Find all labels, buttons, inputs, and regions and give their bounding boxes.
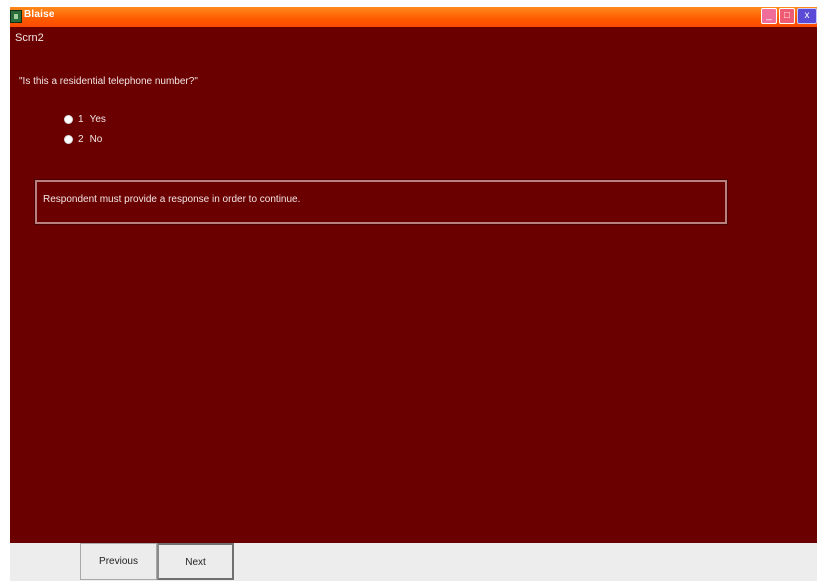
close-icon: x (804, 10, 810, 21)
minimize-icon: _ (766, 10, 772, 21)
close-button[interactable]: x (797, 8, 817, 24)
validation-message-box: Respondent must provide a response in or… (34, 179, 728, 225)
option-yes[interactable]: 1 Yes (64, 114, 106, 125)
maximize-icon: □ (783, 10, 791, 21)
option-number: 2 (78, 134, 84, 145)
option-label: Yes (89, 114, 106, 125)
next-button[interactable]: Next (157, 543, 234, 580)
screen-id-label: Scrn2 (15, 32, 44, 44)
option-no[interactable]: 2 No (64, 134, 102, 145)
title-bar[interactable]: Blaise _ □ x (10, 7, 817, 27)
application-window: Blaise _ □ x Scrn2 "Is this a residentia… (0, 0, 817, 581)
validation-message: Respondent must provide a response in or… (43, 194, 301, 205)
question-text: "Is this a residential telephone number?… (19, 76, 198, 87)
previous-button[interactable]: Previous (80, 543, 157, 580)
navigation-bar: Previous Next (10, 543, 817, 581)
minimize-button[interactable]: _ (761, 8, 777, 24)
question-panel: Scrn2 "Is this a residential telephone n… (10, 27, 817, 543)
option-number: 1 (78, 114, 84, 125)
radio-button-yes[interactable] (64, 115, 73, 124)
option-label: No (89, 134, 103, 145)
window-title: Blaise (24, 9, 55, 20)
maximize-button[interactable]: □ (779, 8, 795, 24)
radio-button-no[interactable] (64, 135, 73, 144)
app-icon (10, 10, 22, 23)
